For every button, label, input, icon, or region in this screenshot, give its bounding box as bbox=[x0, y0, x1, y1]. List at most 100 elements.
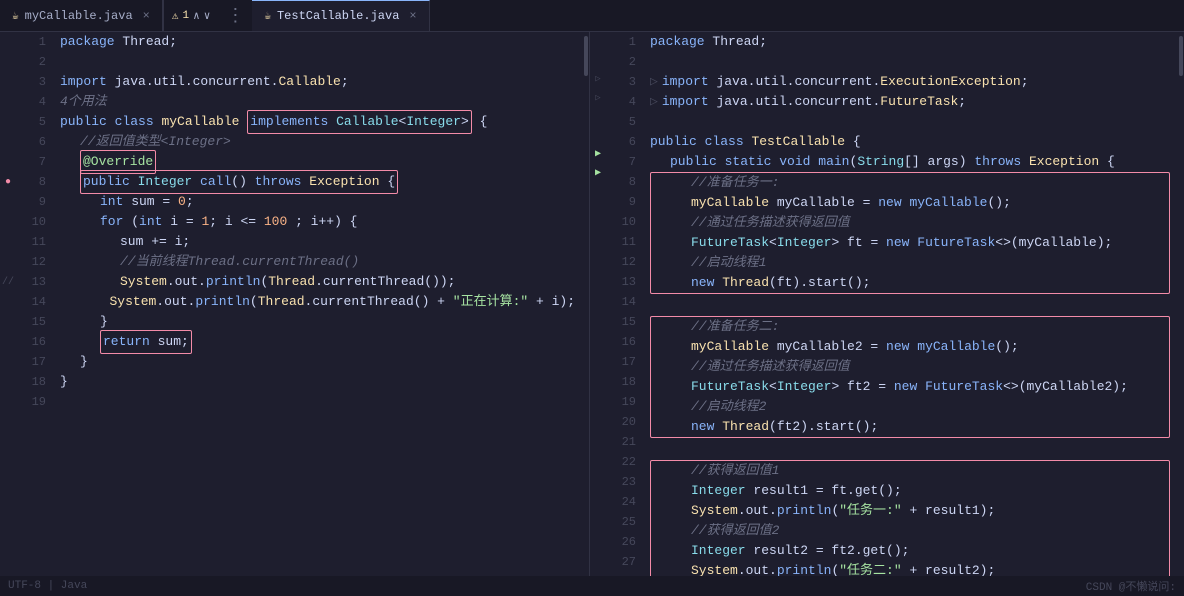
rg-17 bbox=[590, 351, 606, 370]
rg-11 bbox=[590, 238, 606, 257]
rln-15: 15 bbox=[612, 312, 636, 332]
context-menu-icon[interactable]: ⋮ bbox=[218, 5, 252, 27]
rg-2 bbox=[590, 51, 606, 70]
gutter-6 bbox=[0, 132, 16, 152]
rcode-18: FutureTask<Integer> ft2 = new FutureTask… bbox=[651, 377, 1169, 397]
right-tab-close[interactable]: × bbox=[409, 9, 416, 23]
gutter-17 bbox=[0, 352, 16, 372]
gutter-16 bbox=[0, 332, 16, 352]
rln-27: 27 bbox=[612, 552, 636, 572]
gutter-4 bbox=[0, 92, 16, 112]
rg-18 bbox=[590, 370, 606, 389]
rg-25 bbox=[590, 501, 606, 520]
rln-16: 16 bbox=[612, 332, 636, 352]
ln-1: 1 bbox=[22, 32, 46, 52]
rln-6: 6 bbox=[612, 132, 636, 152]
gutter-19 bbox=[0, 392, 16, 412]
gutter-8: ● bbox=[0, 172, 16, 192]
left-toolbar: ⚠ 1 ∧ ∨ bbox=[164, 9, 218, 23]
code-line-7: @Override bbox=[60, 152, 575, 172]
rcode-14 bbox=[650, 296, 1170, 316]
rg-26 bbox=[590, 520, 606, 539]
rcode-13: new Thread(ft).start(); bbox=[651, 273, 1169, 293]
rln-25: 25 bbox=[612, 512, 636, 532]
ln-15: 15 bbox=[22, 312, 46, 332]
rg-16 bbox=[590, 332, 606, 351]
rln-26: 26 bbox=[612, 532, 636, 552]
left-tab-close[interactable]: × bbox=[143, 9, 150, 23]
code-line-1: package Thread; bbox=[60, 32, 575, 52]
status-bar: UTF-8 | Java CSDN @不懒说问: bbox=[0, 576, 1184, 596]
ln-17: 17 bbox=[22, 352, 46, 372]
code-line-3: import java.util.concurrent.Callable; bbox=[60, 72, 575, 92]
ln-7: 7 bbox=[22, 152, 46, 172]
rcode-7: public static void main(String[] args) t… bbox=[650, 152, 1170, 172]
rcode-5 bbox=[650, 112, 1170, 132]
left-code-area[interactable]: ● // 1 2 3 4 bbox=[0, 32, 589, 576]
rg-9 bbox=[590, 201, 606, 220]
rg-7b: ▶ bbox=[590, 163, 606, 182]
rg-12 bbox=[590, 257, 606, 276]
chevron-down-icon[interactable]: ∨ bbox=[204, 9, 211, 23]
rln-9: 9 bbox=[612, 192, 636, 212]
left-line-numbers: 1 2 3 4 5 6 7 8 9 10 11 12 13 14 15 16 1 bbox=[16, 32, 52, 576]
right-code-content[interactable]: package Thread; ▷import java.util.concur… bbox=[642, 32, 1178, 576]
rg-4: ▷ bbox=[590, 88, 606, 107]
code-line-5: public class myCallable implements Calla… bbox=[60, 112, 575, 132]
right-code-area[interactable]: ▷ ▷ ▶ ▶ bbox=[590, 32, 1184, 576]
code-line-10: for (int i = 1; i <= 100 ; i++) { bbox=[60, 212, 575, 232]
rg-24 bbox=[590, 482, 606, 501]
gutter-18 bbox=[0, 372, 16, 392]
right-gutter: ▷ ▷ ▶ ▶ bbox=[590, 32, 606, 576]
rcode-21 bbox=[650, 440, 1170, 460]
ln-9: 9 bbox=[22, 192, 46, 212]
tab-left[interactable]: ☕ myCallable.java × bbox=[0, 0, 163, 31]
return-sum-box: return sum; bbox=[100, 330, 192, 354]
rcode-11: FutureTask<Integer> ft = new FutureTask<… bbox=[651, 233, 1169, 253]
rg-3: ▷ bbox=[590, 70, 606, 89]
gutter-2 bbox=[0, 52, 16, 72]
scrollbar-thumb bbox=[584, 36, 588, 76]
rcode-12: //启动线程1 bbox=[651, 253, 1169, 273]
rg-20 bbox=[590, 407, 606, 426]
rcode-20: new Thread(ft2).start(); bbox=[651, 417, 1169, 437]
left-code-content[interactable]: package Thread; import java.util.concurr… bbox=[52, 32, 583, 576]
rln-10: 10 bbox=[612, 212, 636, 232]
gutter-1 bbox=[0, 32, 16, 52]
result-box: //获得返回值1 Integer result1 = ft.get(); Sys… bbox=[650, 460, 1170, 576]
rg-28 bbox=[590, 557, 606, 576]
code-line-14: System.out.println(Thread.currentThread(… bbox=[60, 292, 575, 312]
rln-1: 1 bbox=[612, 32, 636, 52]
code-line-4: 4个用法 bbox=[60, 92, 575, 112]
rcode-4: ▷import java.util.concurrent.FutureTask; bbox=[650, 92, 1170, 112]
rg-8 bbox=[590, 182, 606, 201]
rcode-17: //通过任务描述获得返回值 bbox=[651, 357, 1169, 377]
chevron-up-icon[interactable]: ∧ bbox=[193, 9, 200, 23]
code-line-13: System.out.println(Thread.currentThread(… bbox=[60, 272, 575, 292]
csdn-watermark: CSDN @不懒说问: bbox=[1086, 578, 1176, 594]
ln-12: 12 bbox=[22, 252, 46, 272]
warning-count: 1 bbox=[182, 10, 189, 22]
rln-19: 19 bbox=[612, 392, 636, 412]
rg-6 bbox=[590, 126, 606, 145]
code-line-19 bbox=[60, 392, 575, 412]
rln-21: 21 bbox=[612, 432, 636, 452]
rcode-23: Integer result1 = ft.get(); bbox=[651, 481, 1169, 501]
right-scrollbar[interactable] bbox=[1178, 32, 1184, 576]
left-scrollbar[interactable] bbox=[583, 32, 589, 576]
tab-right[interactable]: ☕ TestCallable.java × bbox=[252, 0, 429, 31]
editors-area: ● // 1 2 3 4 bbox=[0, 32, 1184, 576]
rg-15 bbox=[590, 313, 606, 332]
gutter-5 bbox=[0, 112, 16, 132]
rcode-2 bbox=[650, 52, 1170, 72]
rg-13 bbox=[590, 276, 606, 295]
gutter-15 bbox=[0, 312, 16, 332]
rln-23: 23 bbox=[612, 472, 636, 492]
rln-20: 20 bbox=[612, 412, 636, 432]
task2-box: //准备任务二: myCallable myCallable2 = new my… bbox=[650, 316, 1170, 438]
code-line-18: } bbox=[60, 372, 575, 392]
rcode-19: //启动线程2 bbox=[651, 397, 1169, 417]
rcode-15: //准备任务二: bbox=[651, 317, 1169, 337]
rcode-8: //准备任务一: bbox=[651, 173, 1169, 193]
rg-23 bbox=[590, 464, 606, 483]
